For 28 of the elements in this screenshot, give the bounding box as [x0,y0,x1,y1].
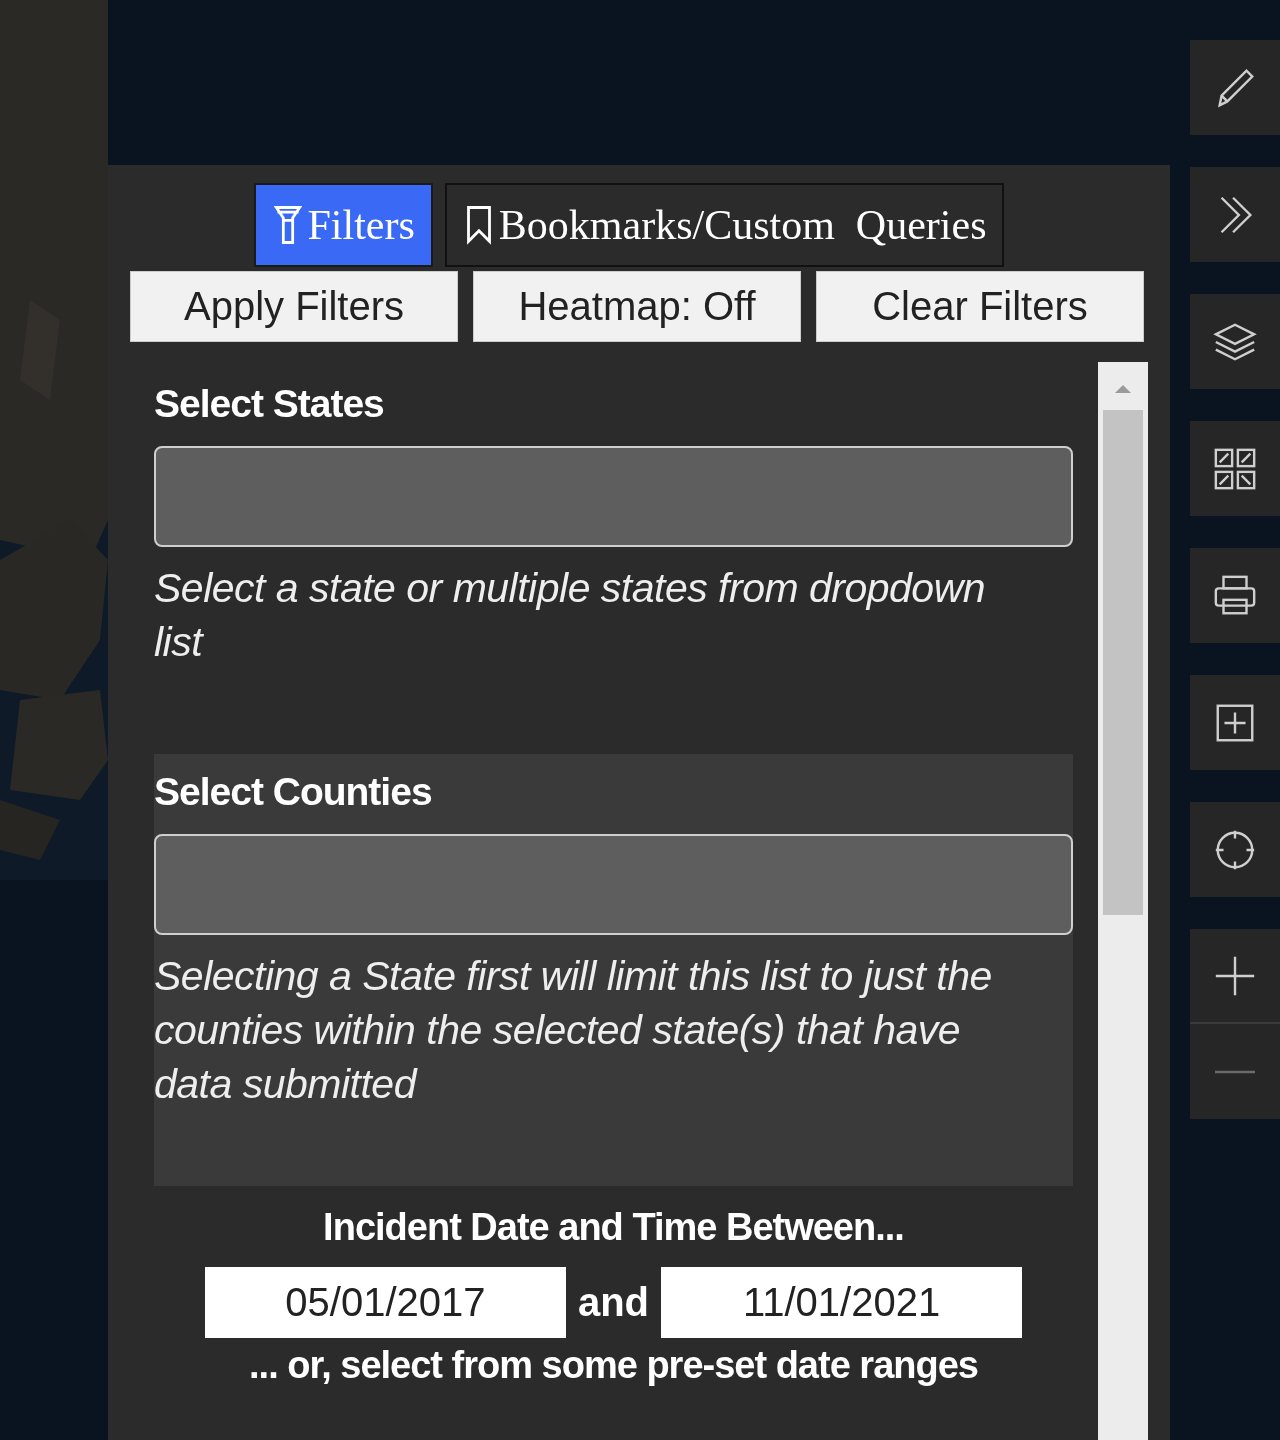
action-button[interactable]: Heatmap: Off [473,271,801,342]
toolbar-button[interactable] [1190,294,1280,389]
toolbar-button[interactable] [1190,675,1280,770]
scrollbar[interactable] [1098,362,1148,1440]
toolbar-button[interactable] [1190,421,1280,516]
toolbar-button[interactable] [1190,40,1280,135]
panel-tab[interactable]: Bookmarks/Custom Queries [444,183,1005,267]
dropdown-field[interactable] [154,446,1073,547]
help-text: Selecting a State first will limit this list to just the counties within the selected state(s) that have data submitted [154,952,993,1109]
note-text: ... or, select from some pre-set date ranges [249,1344,978,1387]
section-heading: Select Counties [154,770,433,814]
dropdown-field[interactable] [154,834,1073,935]
section-heading: Select States [154,382,385,426]
joiner-text: and [577,1280,650,1325]
filter-icon [273,204,302,246]
end-date-field[interactable]: 11/01/2021 [661,1267,1023,1338]
date-heading: Incident Date and Time Between... [323,1206,904,1249]
help-text: Select a state or multiple states from dropdown list [154,564,987,667]
toolbar-button[interactable] [1190,167,1280,262]
action-button[interactable]: Clear Filters [816,271,1144,342]
toolbar-button[interactable] [1190,802,1280,897]
bookmark-icon [464,204,493,246]
scroll-thumb[interactable] [1103,410,1144,915]
toolbar-button[interactable] [1190,548,1280,643]
action-button[interactable]: Apply Filters [130,271,458,342]
zoom-out-icon [1215,1069,1255,1074]
panel-tab[interactable]: Filters [253,183,433,267]
start-date-field[interactable]: 05/01/2017 [204,1267,566,1338]
